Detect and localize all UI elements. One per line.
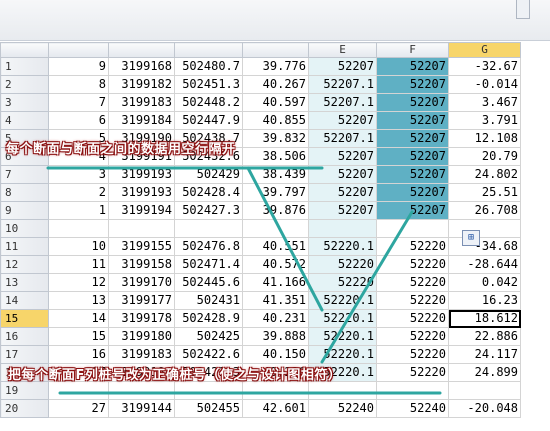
annotation-pointer-bottom — [320, 210, 414, 364]
annotation-pointer-top — [246, 166, 324, 312]
annotation-text-bottom: 把每个断面F列桩号改为正确桩号（使之与设计图相符） — [8, 368, 342, 383]
annotation-text-top: 每个断面与断面之间的数据用空行隔开 — [6, 142, 236, 157]
